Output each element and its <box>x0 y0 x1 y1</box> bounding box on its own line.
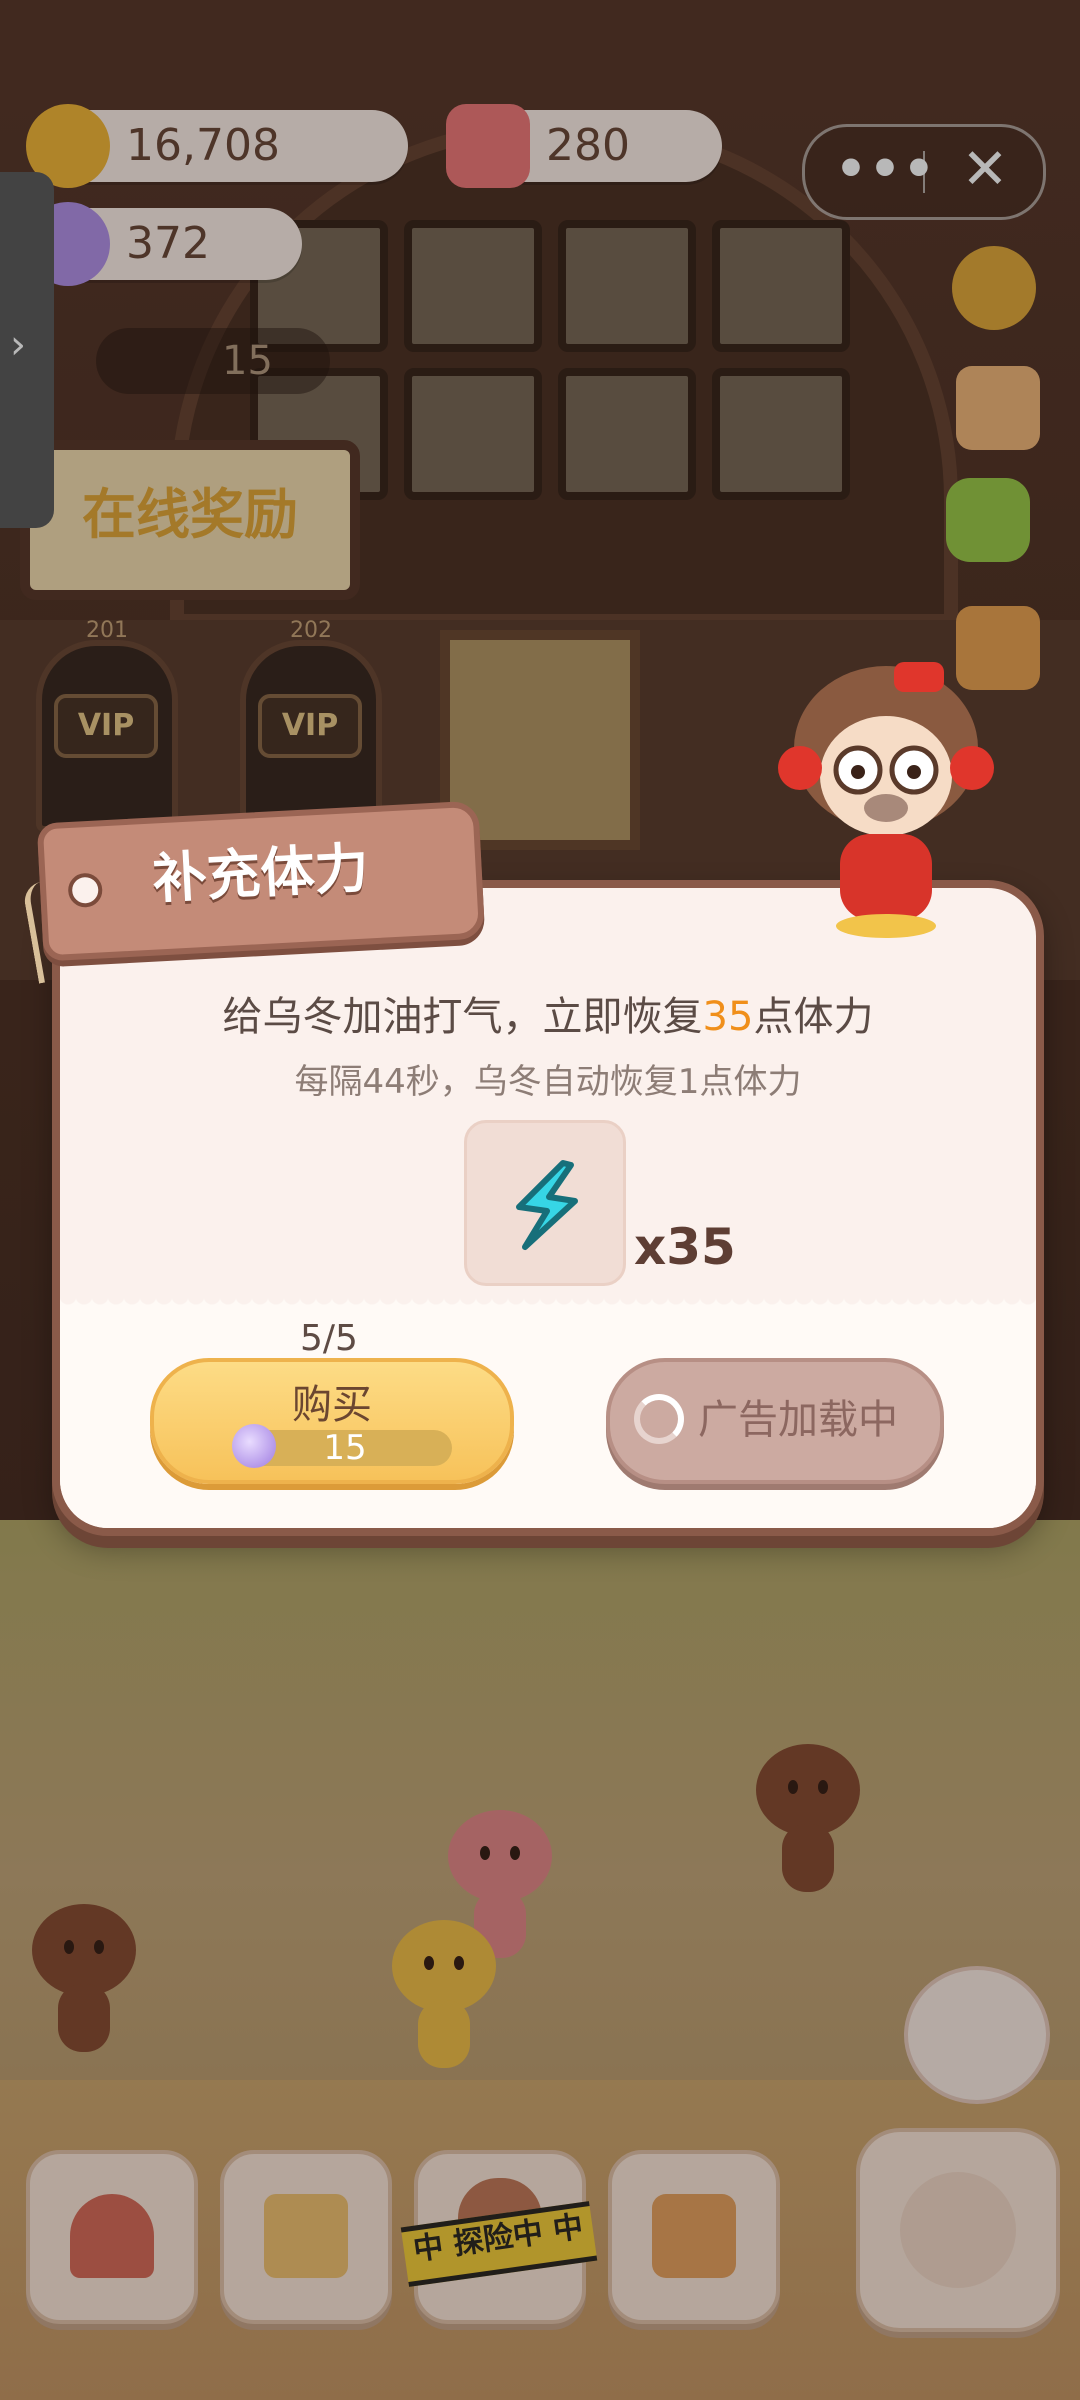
spinner-icon <box>634 1394 684 1444</box>
mascot-character <box>778 662 994 938</box>
watch-ad-button[interactable]: 广告加载中 <box>606 1358 944 1484</box>
dialog-message: 给乌冬加油打气，立即恢复35点体力 <box>222 994 874 1040</box>
energy-item-slot <box>464 1120 626 1286</box>
buy-button[interactable]: 购买 15 <box>150 1358 514 1484</box>
purchase-limit: 5/5 <box>300 1318 358 1359</box>
ad-loading-label: 广告加载中 <box>698 1397 898 1443</box>
buy-label: 购买 <box>292 1382 372 1428</box>
dialog-title-tag: 补充体力 <box>36 800 486 962</box>
candy-icon <box>232 1424 276 1468</box>
item-quantity: x35 <box>634 1218 736 1276</box>
refill-energy-dialog: 给乌冬加油打气，立即恢复35点体力 每隔44秒，乌冬自动恢复1点体力 x35 5… <box>52 880 1044 1536</box>
dialog-divider <box>60 1298 1036 1310</box>
dialog-title: 补充体力 <box>151 836 371 911</box>
energy-icon <box>516 1160 578 1250</box>
dialog-sub-message: 每隔44秒，乌冬自动恢复1点体力 <box>294 1062 802 1102</box>
